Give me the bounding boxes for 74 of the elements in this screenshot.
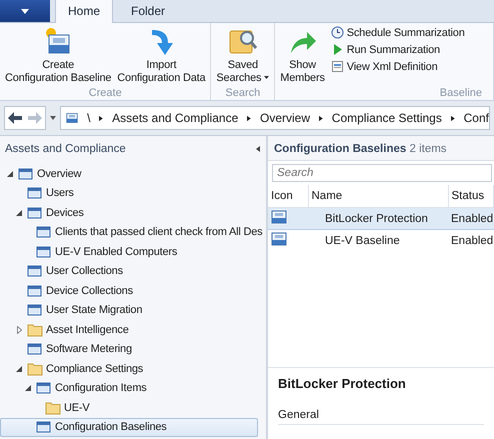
window-icon [27, 206, 43, 220]
window-icon [36, 381, 52, 396]
tree-item[interactable]: Configuration Baselines [0, 418, 258, 437]
section-heading[interactable]: General [278, 409, 484, 425]
item-count: 2 items [409, 143, 447, 155]
expanded-icon[interactable] [7, 170, 13, 177]
ribbon-tab[interactable]: Home [55, 0, 114, 23]
window-icon [27, 342, 43, 356]
ribbon-tab[interactable]: Folder [118, 0, 178, 22]
window-icon [27, 264, 43, 278]
expanded-icon[interactable] [25, 385, 31, 392]
table-cell: BitLocker Protection [308, 208, 448, 230]
table-row[interactable]: BitLocker Protection Enabled [268, 208, 494, 230]
window-icon [27, 186, 43, 200]
tree-item[interactable]: Software Metering [0, 340, 258, 359]
window-icon [18, 166, 34, 181]
separator-icon [247, 114, 252, 122]
window-icon [27, 284, 43, 298]
ribbon-button[interactable]: Create Configuration Baseline [3, 25, 114, 87]
separator-icon [99, 114, 104, 122]
pane-title: Configuration Baselines [274, 143, 406, 155]
path-root[interactable]: \ [87, 111, 90, 125]
tree-item[interactable]: Compliance Settings [0, 359, 258, 378]
separator-icon [319, 114, 323, 122]
breadcrumb[interactable]: Assets and Compliance [112, 111, 238, 125]
breadcrumb[interactable]: Conf [464, 111, 489, 125]
pane-title: Assets and Compliance [5, 143, 126, 155]
tree-item[interactable]: Clients that passed client check from All Des [0, 222, 264, 242]
caret-icon[interactable] [50, 116, 56, 120]
expanded-icon[interactable] [16, 366, 22, 372]
table-cell: Enabled [448, 208, 494, 230]
details-title: BitLocker Protection [278, 376, 407, 391]
collapsed-icon[interactable] [16, 326, 22, 334]
tree-item[interactable]: Asset Intelligence [0, 320, 258, 340]
baseline-icon [66, 111, 78, 125]
tree-item[interactable]: Devices [0, 203, 258, 222]
table-row[interactable]: UE-V Baseline Enabled [268, 230, 494, 251]
window-icon [36, 420, 52, 434]
tree-item[interactable]: User State Migration [0, 300, 258, 320]
collapse-icon[interactable] [256, 146, 260, 152]
group-label: Search [224, 87, 262, 101]
caret-icon [21, 8, 29, 14]
ribbon-button[interactable]: Run Summarization [328, 42, 467, 57]
ribbon-button[interactable]: View Xml Definition [328, 59, 467, 74]
tree-item[interactable]: Overview [0, 164, 258, 184]
expanded-icon[interactable] [16, 210, 22, 216]
tree-item[interactable]: UE-V Enabled Computers [0, 242, 258, 262]
tree-item[interactable]: Configuration Items [0, 378, 258, 398]
window-icon [36, 244, 52, 259]
table-cell: Enabled [448, 230, 494, 251]
baseline-icon [271, 232, 287, 246]
folder-icon [27, 362, 43, 376]
breadcrumb[interactable]: Overview [260, 111, 310, 125]
clock-icon [330, 26, 344, 39]
tree-item[interactable]: Users [0, 184, 258, 203]
window-icon [36, 225, 52, 240]
breadcrumb[interactable]: Compliance Settings [332, 111, 442, 125]
tree-item[interactable]: Device Collections [0, 281, 258, 300]
table-cell: UE-V Baseline [308, 230, 448, 251]
tree-item[interactable]: User Collections [0, 262, 258, 281]
group-label: Create [88, 87, 123, 101]
ribbon-button[interactable]: Saved Searches [214, 25, 272, 87]
window-icon [27, 303, 43, 318]
ribbon-button[interactable]: Schedule Summarization [328, 25, 467, 40]
ribbon-button[interactable]: Show Members [278, 25, 327, 87]
folder-icon [27, 322, 43, 337]
separator-icon [450, 114, 455, 122]
baseline-icon [271, 210, 287, 224]
search-field[interactable]: Search [272, 164, 492, 182]
tree-item[interactable]: UE-V [0, 398, 258, 418]
group-label: Baseline [438, 87, 483, 101]
document-icon [330, 60, 344, 73]
folder-icon [45, 400, 61, 415]
ribbon-button[interactable]: Import Configuration Data [115, 25, 208, 87]
